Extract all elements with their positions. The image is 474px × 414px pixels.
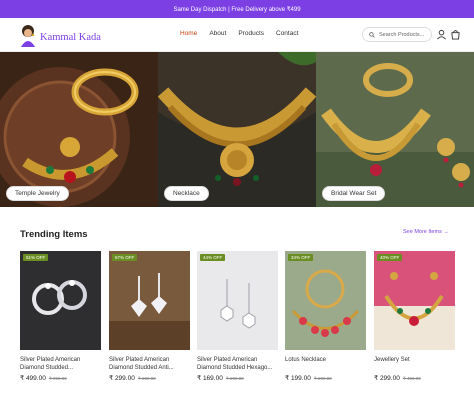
discount-badge: 44% OFF — [200, 254, 226, 261]
discount-badge: 40% OFF — [377, 254, 403, 261]
see-more-link[interactable]: See More Items → — [403, 229, 449, 235]
nav-about[interactable]: About — [209, 30, 226, 37]
product-price: ₹ 299.00 ₹ 899.00 — [109, 374, 190, 382]
hero-necklace[interactable]: Necklace — [158, 52, 316, 207]
hero-label-bridal[interactable]: Bridal Wear Set — [322, 186, 386, 201]
current-price: ₹ 499.00 — [20, 375, 46, 382]
nav-home[interactable]: Home — [180, 30, 197, 37]
nav-products[interactable]: Products — [238, 30, 264, 37]
necklace-image — [158, 52, 316, 207]
product-card[interactable]: 51% OFF Silver Plated American Diamond S… — [20, 251, 101, 382]
hero-label-necklace[interactable]: Necklace — [164, 186, 209, 201]
jewellery-set-image — [374, 251, 455, 350]
hexagon-earrings-image — [197, 251, 278, 350]
brand-name: Kammal Kada — [40, 31, 101, 43]
product-card[interactable]: 44% OFF Silver Plated American Diamond S… — [197, 251, 278, 382]
hero-temple-jewelry[interactable]: Temple Jewelry — [0, 52, 158, 207]
bridal-set-image — [316, 52, 474, 207]
product-price: ₹ 499.00 ₹ 999.00 — [20, 374, 101, 382]
current-price: ₹ 299.00 — [374, 375, 400, 382]
product-card[interactable]: 67% OFF Silver Plated American Diamond S… — [109, 251, 190, 382]
product-image[interactable]: 44% OFF — [197, 251, 278, 350]
butterfly-earrings-image — [109, 251, 190, 350]
search-input[interactable]: Search Products... — [362, 27, 432, 42]
product-image[interactable]: 34% OFF — [285, 251, 366, 350]
temple-jewelry-image — [0, 52, 158, 207]
current-price: ₹ 169.00 — [197, 375, 223, 382]
discount-badge: 51% OFF — [23, 254, 49, 261]
product-price: ₹ 299.00 ₹ 499.00 — [374, 374, 455, 382]
main-nav: Home About Products Contact — [180, 30, 298, 37]
product-name[interactable]: Silver Plated American Diamond Studded H… — [197, 356, 278, 372]
hero-bridal-wear-set[interactable]: Bridal Wear Set — [316, 52, 474, 207]
search-icon — [369, 31, 375, 38]
product-image[interactable]: 40% OFF — [374, 251, 455, 350]
cart-icon[interactable] — [450, 29, 461, 40]
product-price: ₹ 169.00 ₹ 299.00 — [197, 374, 278, 382]
old-price: ₹ 499.00 — [402, 376, 421, 381]
old-price: ₹ 299.00 — [313, 376, 332, 381]
product-card[interactable]: 40% OFF Jewellery Set ₹ 299.00 ₹ 499.00 — [374, 251, 455, 382]
brand-logo[interactable]: Kammal Kada — [18, 23, 101, 47]
current-price: ₹ 299.00 — [109, 375, 135, 382]
product-name[interactable]: Lotus Necklace — [285, 356, 366, 372]
nav-contact[interactable]: Contact — [276, 30, 298, 37]
hero-banner: Temple Jewelry Necklace Bridal Wear Set — [0, 52, 474, 207]
user-icon[interactable] — [436, 29, 447, 40]
logo-mark-icon — [18, 23, 38, 47]
old-price: ₹ 899.00 — [137, 376, 156, 381]
old-price: ₹ 299.00 — [225, 376, 244, 381]
old-price: ₹ 999.00 — [48, 376, 67, 381]
trending-title: Trending Items — [20, 229, 88, 240]
current-price: ₹ 199.00 — [285, 375, 311, 382]
lotus-necklace-image — [285, 251, 366, 350]
site-header: Kammal Kada Home About Products Contact … — [0, 18, 474, 52]
product-image[interactable]: 67% OFF — [109, 251, 190, 350]
product-price: ₹ 199.00 ₹ 299.00 — [285, 374, 366, 382]
silver-earrings-image — [20, 251, 101, 350]
product-name[interactable]: Silver Plated American Diamond Studded A… — [109, 356, 190, 372]
discount-badge: 67% OFF — [112, 254, 138, 261]
product-image[interactable]: 51% OFF — [20, 251, 101, 350]
product-name[interactable]: Jewellery Set — [374, 356, 455, 372]
search-placeholder: Search Products... — [379, 31, 425, 38]
discount-badge: 34% OFF — [288, 254, 314, 261]
product-name[interactable]: Silver Plated American Diamond Studded..… — [20, 356, 101, 372]
product-card[interactable]: 34% OFF Lotus Necklace ₹ 199.00 ₹ 299.00 — [285, 251, 366, 382]
announcement-bar: Same Day Dispatch | Free Delivery above … — [0, 0, 474, 18]
hero-label-temple[interactable]: Temple Jewelry — [6, 186, 69, 201]
product-list: 51% OFF Silver Plated American Diamond S… — [20, 251, 460, 401]
